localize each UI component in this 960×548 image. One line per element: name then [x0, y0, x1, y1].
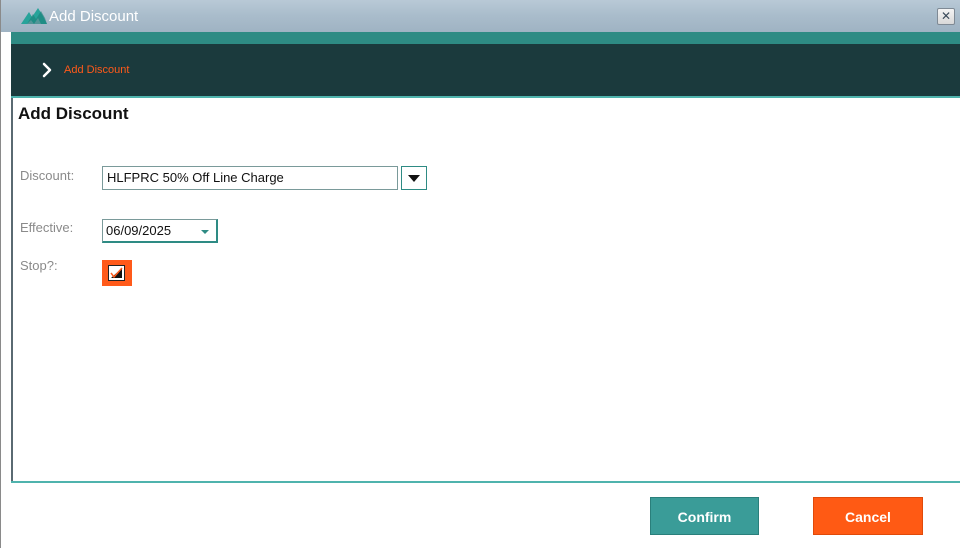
close-icon: ✕	[940, 9, 952, 23]
date-dropdown-icon[interactable]	[201, 230, 209, 234]
content-left-border	[11, 98, 13, 482]
effective-label: Effective:	[20, 220, 74, 235]
discount-select[interactable]: HLFPRC 50% Off Line Charge	[102, 166, 398, 190]
title-bar: Add Discount ✕	[1, 0, 960, 32]
breadcrumb: Add Discount	[11, 44, 960, 98]
chevron-right-icon	[42, 62, 52, 78]
stop-label: Stop?:	[20, 258, 58, 273]
add-discount-dialog: Add Discount ✕ Add Discount Add Discount…	[0, 0, 960, 548]
cancel-button[interactable]: Cancel	[813, 497, 923, 535]
checkmark-icon	[110, 267, 123, 279]
confirm-button[interactable]: Confirm	[650, 497, 759, 535]
header-accent-strip	[11, 32, 960, 44]
footer-divider	[11, 481, 960, 483]
discount-label: Discount:	[20, 168, 75, 183]
dropdown-arrow-icon	[408, 175, 420, 182]
effective-date-value: 06/09/2025	[106, 223, 172, 238]
breadcrumb-item-add-discount[interactable]: Add Discount	[64, 63, 129, 77]
page-title: Add Discount	[18, 104, 129, 123]
discount-dropdown-button[interactable]	[401, 166, 427, 190]
stop-checkbox[interactable]	[102, 260, 132, 286]
stop-checkbox-box	[108, 265, 125, 281]
window-title: Add Discount	[49, 8, 139, 25]
app-logo-icon	[21, 8, 47, 24]
effective-date-picker[interactable]: 06/09/2025	[102, 219, 218, 243]
close-button[interactable]: ✕	[937, 8, 955, 25]
